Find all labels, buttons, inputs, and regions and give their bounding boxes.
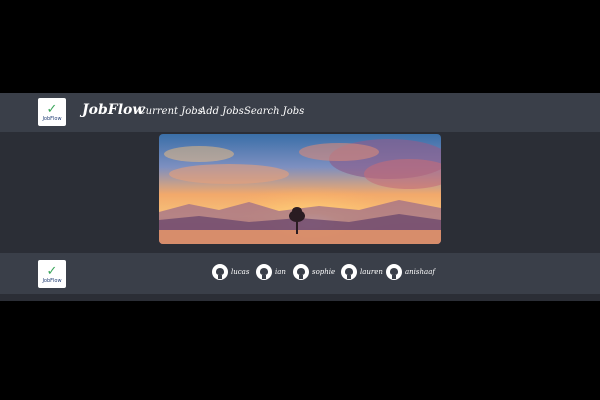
contributor-name: ian — [275, 268, 286, 276]
nav-logo[interactable]: ✓ JobFlow — [38, 98, 66, 126]
contributor-link-lauren[interactable]: lauren — [341, 264, 383, 280]
contributor-name: anishaaf — [405, 268, 435, 276]
contributor-name: lucas — [231, 268, 250, 276]
checkmark-icon: ✓ — [46, 101, 58, 117]
github-icon — [341, 264, 357, 280]
github-icon — [212, 264, 228, 280]
github-icon — [293, 264, 309, 280]
nav-link-add-jobs[interactable]: Add Jobs — [199, 106, 244, 117]
github-icon — [386, 264, 402, 280]
sunset-landscape-image — [159, 134, 441, 244]
nav-link-search-jobs[interactable]: Search Jobs — [244, 106, 304, 117]
hero-image — [159, 134, 441, 244]
contributor-name: sophie — [312, 268, 336, 276]
logo-text: JobFlow — [42, 115, 62, 122]
contributor-name: lauren — [360, 268, 383, 276]
logo-text: JobFlow — [42, 277, 62, 284]
page: ✓ JobFlow JobFlow Current Jobs Add Jobs … — [0, 93, 600, 301]
contributor-link-ian[interactable]: ian — [256, 264, 286, 280]
checkmark-icon: ✓ — [46, 263, 58, 279]
contributor-link-anishaaf[interactable]: anishaaf — [386, 264, 435, 280]
navbar: ✓ JobFlow JobFlow Current Jobs Add Jobs … — [0, 93, 600, 132]
contributor-link-lucas[interactable]: lucas — [212, 264, 249, 280]
footer: ✓ JobFlow lucas ian sophie lauren anisha… — [0, 253, 600, 294]
github-icon — [256, 264, 272, 280]
nav-link-current-jobs[interactable]: Current Jobs — [138, 106, 203, 117]
footer-logo[interactable]: ✓ JobFlow — [38, 260, 66, 288]
brand-name[interactable]: JobFlow — [82, 102, 144, 118]
contributor-link-sophie[interactable]: sophie — [293, 264, 335, 280]
